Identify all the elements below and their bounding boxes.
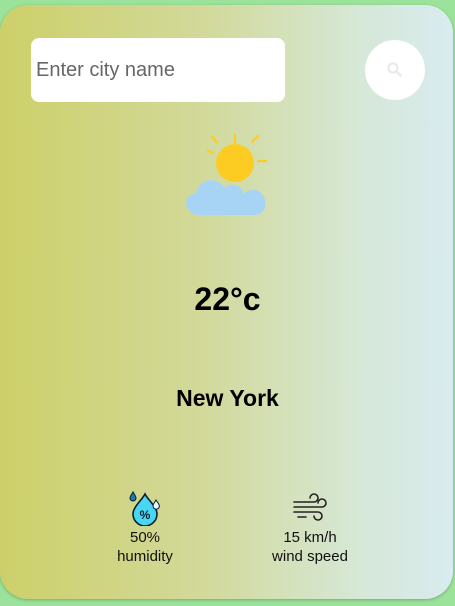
- search-button[interactable]: [365, 40, 425, 100]
- search-icon: [387, 62, 402, 77]
- humidity-stat: % 50% humidity: [95, 490, 195, 566]
- humidity-icon: %: [129, 490, 160, 526]
- humidity-label: humidity: [117, 548, 173, 565]
- partly-cloudy-icon: [186, 133, 268, 215]
- humidity-value: 50%: [129, 529, 161, 546]
- wind-icon: [293, 493, 327, 521]
- weather-card: 22°c New York % 50% humidity 15 km/h win…: [0, 5, 453, 599]
- wind-speed-value: 15 km/h: [283, 529, 337, 546]
- wind-stat: 15 km/h wind speed: [255, 490, 365, 566]
- wind-speed-label: wind speed: [272, 548, 348, 565]
- svg-text:%: %: [140, 508, 151, 522]
- city-search-input[interactable]: [31, 38, 285, 102]
- temperature-value: 22°c: [194, 281, 261, 317]
- city-name: New York: [176, 385, 279, 411]
